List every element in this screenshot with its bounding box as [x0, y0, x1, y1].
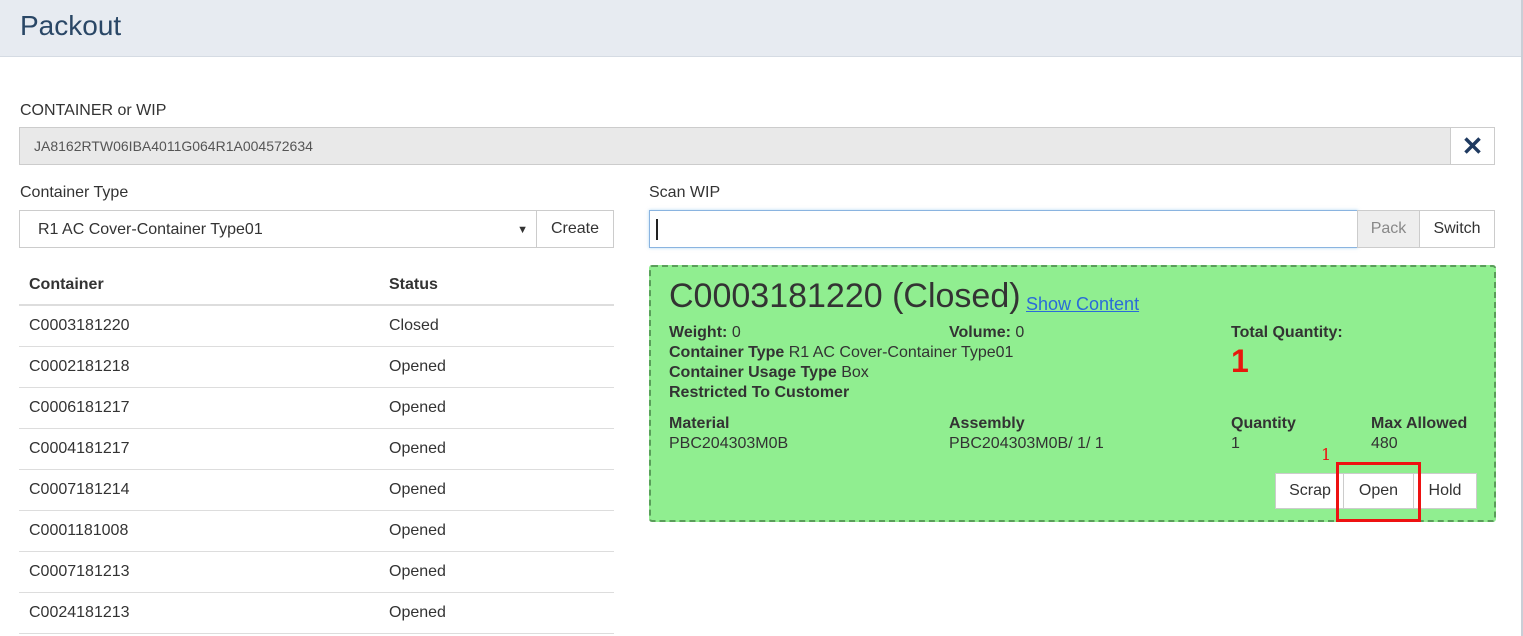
container-type-select[interactable]: R1 AC Cover-Container Type01 ▼ — [19, 210, 537, 248]
table-row[interactable]: C0007181214 Opened — [19, 469, 614, 511]
container-table: Container Status C0003181220 Closed C000… — [19, 266, 614, 634]
status-cell: Opened — [379, 428, 614, 470]
material-label: Material — [669, 414, 729, 434]
table-row[interactable]: C0003181220 Closed — [19, 305, 614, 347]
container-cell: C0003181220 — [19, 305, 379, 347]
chevron-down-icon: ▼ — [517, 224, 528, 236]
usage-type-label: Container Usage Type — [669, 364, 837, 381]
column-header-status: Status — [379, 266, 614, 306]
volume-field: Volume: 0 — [949, 323, 1024, 343]
table-row[interactable]: C0024181213 Opened — [19, 592, 614, 634]
scan-wip-label: Scan WIP — [649, 184, 721, 201]
status-cell: Closed — [379, 305, 614, 347]
quantity-label: Quantity — [1231, 414, 1296, 434]
total-quantity-label-text: Total Quantity: — [1231, 324, 1343, 341]
table-row[interactable]: C0006181217 Opened — [19, 387, 614, 429]
container-cell: C0001181008 — [19, 510, 379, 552]
annotation-number: 1 — [1321, 445, 1332, 464]
material-value: PBC204303M0B — [669, 435, 789, 452]
usage-type-field: Container Usage Type Box — [669, 363, 869, 383]
container-cell: C0004181217 — [19, 428, 379, 470]
quantity-value: 1 — [1231, 435, 1240, 452]
max-allowed-value: 480 — [1371, 435, 1398, 452]
status-cell: Opened — [379, 469, 614, 511]
container-cell: C0002181218 — [19, 346, 379, 388]
page-header: Packout — [0, 0, 1523, 57]
text-cursor — [656, 219, 658, 240]
container-type-field-value: R1 AC Cover-Container Type01 — [788, 344, 1014, 361]
restricted-to-customer-field: Restricted To Customer — [669, 383, 849, 403]
scan-wip-input[interactable] — [649, 210, 1358, 248]
container-cell: C0007181213 — [19, 551, 379, 593]
status-cell: Opened — [379, 551, 614, 593]
weight-field: Weight: 0 — [669, 323, 741, 343]
quantity-label-text: Quantity — [1231, 415, 1296, 432]
container-type-label: Container Type — [20, 184, 129, 201]
assembly-value: PBC204303M0B/ 1/ 1 — [949, 435, 1104, 452]
annotation-highlight-box — [1336, 462, 1421, 522]
usage-type-value: Box — [841, 364, 869, 381]
assembly-label: Assembly — [949, 414, 1025, 434]
create-button[interactable]: Create — [536, 210, 614, 248]
status-cell: Opened — [379, 510, 614, 552]
container-detail-title: C0003181220 (Closed) — [669, 277, 1021, 315]
container-cell: C0006181217 — [19, 387, 379, 429]
max-allowed-label-text: Max Allowed — [1371, 415, 1468, 432]
column-header-container: Container — [19, 266, 379, 306]
container-type-selected: R1 AC Cover-Container Type01 — [38, 221, 263, 238]
close-icon: ✕ — [1461, 130, 1484, 161]
table-row[interactable]: C0001181008 Opened — [19, 510, 614, 552]
switch-button[interactable]: Switch — [1419, 210, 1495, 248]
container-type-field-label: Container Type — [669, 344, 785, 361]
pack-button[interactable]: Pack — [1357, 210, 1420, 248]
page-title: Packout — [20, 10, 122, 41]
restricted-to-customer-label: Restricted To Customer — [669, 384, 850, 401]
assembly-label-text: Assembly — [949, 415, 1025, 432]
status-cell: Opened — [379, 592, 614, 634]
total-quantity-value: 1 — [1231, 343, 1249, 379]
weight-label: Weight: — [669, 324, 728, 341]
total-quantity-label: Total Quantity: — [1231, 323, 1343, 343]
hold-button[interactable]: Hold — [1413, 473, 1477, 509]
container-or-wip-input[interactable]: JA8162RTW06IBA4011G064R1A004572634 — [19, 127, 1451, 165]
container-type-field: Container Type R1 AC Cover-Container Typ… — [669, 343, 1013, 363]
status-cell: Opened — [379, 387, 614, 429]
table-row[interactable]: C0004181217 Opened — [19, 428, 614, 470]
container-cell: C0007181214 — [19, 469, 379, 511]
show-content-link[interactable]: Show Content — [1026, 294, 1139, 315]
status-cell: Opened — [379, 346, 614, 388]
material-label-text: Material — [669, 415, 730, 432]
table-header-row: Container Status — [19, 266, 614, 306]
table-row[interactable]: C0002181218 Opened — [19, 346, 614, 388]
clear-button[interactable]: ✕ — [1450, 127, 1495, 165]
container-cell: C0024181213 — [19, 592, 379, 634]
container-or-wip-label: CONTAINER or WIP — [20, 102, 167, 119]
max-allowed-label: Max Allowed — [1371, 414, 1467, 434]
weight-value: 0 — [731, 324, 741, 341]
table-row[interactable]: C0007181213 Opened — [19, 551, 614, 593]
scrap-button[interactable]: Scrap — [1275, 473, 1345, 509]
volume-value: 0 — [1015, 324, 1025, 341]
volume-label: Volume: — [949, 324, 1011, 341]
